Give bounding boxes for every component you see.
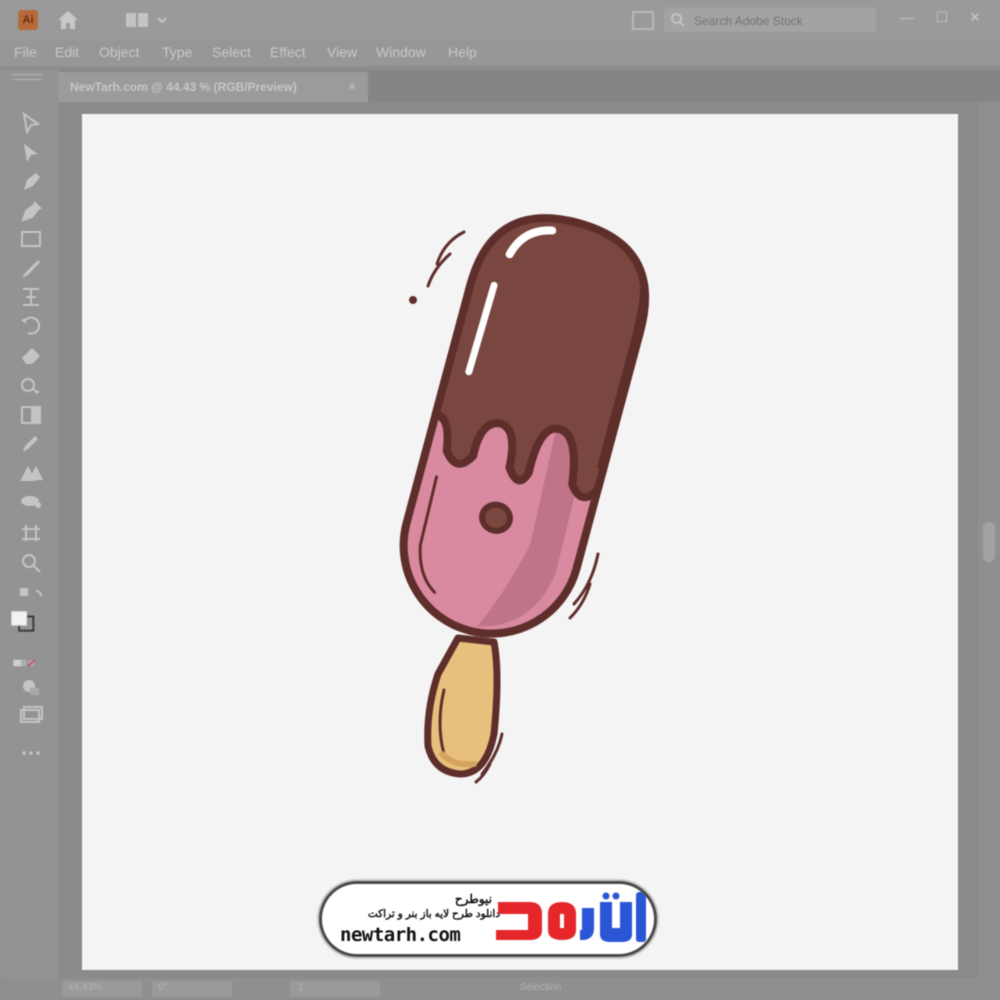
more-tools-icon[interactable] — [18, 742, 44, 764]
workspace-switcher-icon[interactable] — [122, 10, 172, 30]
menu-select[interactable]: Select — [212, 44, 251, 60]
direct-selection-tool-icon[interactable] — [18, 111, 44, 135]
zoom-level: 44.43% — [68, 982, 102, 993]
search-box[interactable] — [664, 8, 876, 32]
pen-tool-icon[interactable] — [18, 170, 44, 192]
rotate-tool-icon[interactable] — [18, 314, 44, 336]
watermark-title: نیوطرح — [454, 892, 492, 906]
document-tab-bar: NewTarh.com @ 44.43 % (RGB/Preview) × — [58, 70, 1000, 102]
ice-cream-illustration[interactable] — [82, 114, 958, 970]
minimize-button[interactable]: — — [895, 6, 919, 28]
home-icon[interactable] — [55, 8, 81, 32]
search-icon — [670, 12, 686, 33]
menu-effect[interactable]: Effect — [270, 44, 306, 60]
maximize-button[interactable]: ☐ — [930, 6, 954, 28]
artboard-tool-icon[interactable] — [18, 522, 44, 544]
artboard[interactable] — [82, 114, 958, 970]
document-tab[interactable]: NewTarh.com @ 44.43 % (RGB/Preview) × — [58, 72, 368, 102]
gradient-tool-icon[interactable] — [18, 404, 44, 426]
eraser-tool-icon[interactable] — [18, 344, 44, 366]
menu-type[interactable]: Type — [162, 44, 192, 60]
newtarh-watermark: نیوطرح دانلود طرح لایه باز بنر و تراکت n… — [322, 884, 654, 954]
menu-file[interactable]: File — [14, 44, 37, 60]
color-mode-icons[interactable] — [12, 652, 52, 674]
draw-mode-icon[interactable] — [18, 676, 44, 698]
artboard-number: 1 — [298, 982, 304, 993]
menu-view[interactable]: View — [327, 44, 357, 60]
width-tool-icon[interactable] — [18, 286, 44, 308]
symbol-sprayer-tool-icon[interactable] — [18, 490, 44, 512]
default-fill-stroke-icon[interactable] — [18, 585, 44, 607]
menu-object[interactable]: Object — [99, 44, 139, 60]
vertical-scrollbar[interactable] — [978, 102, 1000, 978]
shape-builder-tool-icon[interactable] — [18, 374, 44, 396]
popsicle-stick — [424, 634, 501, 778]
fill-stroke-swatch[interactable] — [10, 610, 50, 644]
zoom-tool-icon[interactable] — [18, 552, 44, 574]
rectangle-tool-icon[interactable] — [18, 228, 44, 250]
status-bar: 44.43% 0° 1 Selection — [0, 978, 1000, 1000]
screen-mode-icon[interactable] — [18, 704, 44, 726]
menu-window[interactable]: Window — [376, 44, 426, 60]
eyedropper-tool-icon[interactable] — [18, 432, 44, 454]
search-input[interactable] — [692, 11, 872, 31]
app-logo: Ai — [18, 10, 38, 30]
selection-tool-icon[interactable] — [18, 142, 44, 164]
curvature-tool-icon[interactable] — [18, 200, 44, 222]
watermark-subtitle: دانلود طرح لایه باز بنر و تراکت — [367, 908, 500, 920]
paintbrush-tool-icon[interactable] — [18, 258, 44, 280]
title-bar: Ai — ☐ ✕ — [0, 0, 1000, 40]
rotation-value: 0° — [158, 982, 168, 993]
mode-label: Selection — [520, 982, 562, 993]
menu-bar: File Edit Object Type Select Effect View… — [0, 40, 1000, 66]
popsicle-body — [399, 214, 650, 638]
close-window-button[interactable]: ✕ — [963, 6, 987, 28]
blend-tool-icon[interactable] — [18, 462, 44, 484]
scroll-thumb[interactable] — [983, 522, 995, 562]
document-tab-label: NewTarh.com @ 44.43 % (RGB/Preview) — [70, 80, 297, 94]
tools-panel — [0, 70, 58, 980]
close-tab-icon[interactable]: × — [348, 78, 356, 94]
menu-edit[interactable]: Edit — [55, 44, 79, 60]
arrange-documents-icon[interactable] — [632, 11, 654, 30]
newtarh-logo — [496, 892, 646, 942]
canvas-area[interactable] — [58, 102, 978, 978]
panel-grip[interactable] — [12, 74, 42, 80]
illustrator-window: Ai — ☐ ✕ File — [0, 0, 1000, 1000]
watermark-url: newtarh.com — [340, 924, 461, 946]
menu-help[interactable]: Help — [448, 44, 477, 60]
